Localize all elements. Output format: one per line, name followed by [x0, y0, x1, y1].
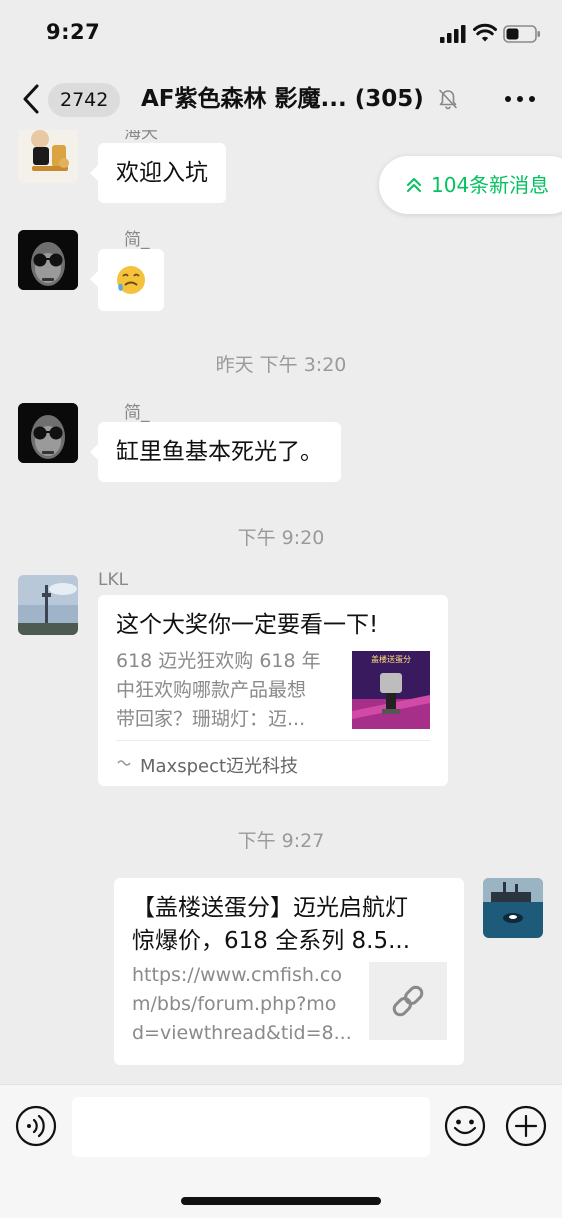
link-card[interactable]: 这个大奖你一定要看一下! 618 迈光狂欢购 618 年 中狂欢购哪款产品最想 …: [98, 595, 448, 786]
unread-count-badge[interactable]: 2742: [48, 83, 121, 117]
miniprogram-icon: [117, 760, 131, 766]
card-divider: [116, 740, 430, 741]
avatar[interactable]: [18, 403, 78, 463]
plus-circle-icon[interactable]: [505, 1105, 547, 1147]
card-description-line: 618 迈光狂欢购 618 年: [116, 650, 321, 672]
my-avatar[interactable]: [483, 878, 543, 938]
message-bubble[interactable]: 缸里鱼基本死光了。: [90, 422, 341, 482]
timestamp: 昨天 下午 3:20: [215, 354, 347, 376]
sender-name: 简_: [124, 230, 150, 250]
message-bubble[interactable]: 欢迎入坑: [90, 143, 226, 203]
home-indicator[interactable]: [181, 1197, 381, 1205]
chevron-left-icon[interactable]: [18, 82, 44, 116]
card-thumbnail: 盖楼送蛋分: [352, 651, 430, 729]
card-url-line: d=viewthread&tid=8...: [132, 1022, 352, 1044]
card-source-name: Maxspect迈光科技: [140, 756, 299, 777]
card-url-line: https://www.cmfish.co: [132, 964, 342, 986]
status-time: 9:27: [46, 20, 101, 44]
chat-title: AF紫色森林 影魔... (305): [141, 86, 424, 112]
timestamp: 下午 9:27: [237, 830, 325, 852]
card-title: 惊爆价，618 全系列 8.5...: [132, 928, 411, 954]
nav-bar: 2742 AF紫色森林 影魔... (305): [0, 68, 562, 130]
new-messages-pill[interactable]: 104条新消息: [379, 156, 562, 214]
battery-icon: [503, 25, 540, 43]
cartoon-avatar-image: [18, 130, 78, 183]
avatar[interactable]: [18, 130, 78, 183]
sweat-emoji-icon: [117, 266, 145, 294]
card-title: 这个大奖你一定要看一下!: [116, 612, 379, 638]
ellipsis-icon[interactable]: [504, 88, 536, 110]
bell-slash-icon: [439, 89, 457, 110]
avatar[interactable]: [18, 575, 78, 635]
avatar[interactable]: [18, 230, 78, 290]
ocean-ship-avatar-image: [483, 878, 543, 938]
card-thumbnail: [369, 962, 447, 1040]
sender-name: 简_: [124, 403, 150, 423]
status-bar: 9:27: [0, 0, 562, 68]
man-with-sunglasses-avatar-image: [18, 403, 78, 463]
wifi-icon: [473, 23, 497, 42]
cellular-signal-icon: [440, 25, 466, 43]
card-description-line: 带回家？珊瑚灯：迈...: [116, 708, 306, 730]
emoji-icon[interactable]: [444, 1105, 486, 1147]
new-messages-label: 104条新消息: [431, 173, 550, 197]
chat-screen: 9:27 2742 AF紫色森林 影魔... (305) 海天 欢迎入坑 简_ …: [0, 0, 562, 1218]
timestamp: 下午 9:20: [237, 527, 325, 549]
link-card[interactable]: 【盖楼送蛋分】迈光启航灯 惊爆价，618 全系列 8.5... https://…: [114, 878, 464, 1065]
chat-message-list[interactable]: 海天 欢迎入坑 简_ 昨天 下午 3:20 简_ 缸里鱼基本死光了。 下午 9:…: [0, 130, 562, 1084]
man-with-sunglasses-avatar-image: [18, 230, 78, 290]
tower-photo-avatar-image: [18, 575, 78, 635]
thumbnail-caption: 盖楼送蛋分: [371, 655, 411, 664]
card-description-line: 中狂欢购哪款产品最想: [116, 679, 307, 701]
voice-icon[interactable]: [15, 1105, 57, 1147]
link-icon: [392, 985, 424, 1017]
sender-name: LKL: [98, 570, 129, 590]
card-url-line: m/bbs/forum.php?mo: [132, 993, 337, 1015]
double-chevron-up-icon: [407, 178, 421, 192]
card-title: 【盖楼送蛋分】迈光启航灯: [132, 895, 408, 921]
sender-name: 海天: [124, 130, 158, 143]
message-input[interactable]: [72, 1097, 430, 1157]
message-bubble[interactable]: [90, 249, 164, 311]
